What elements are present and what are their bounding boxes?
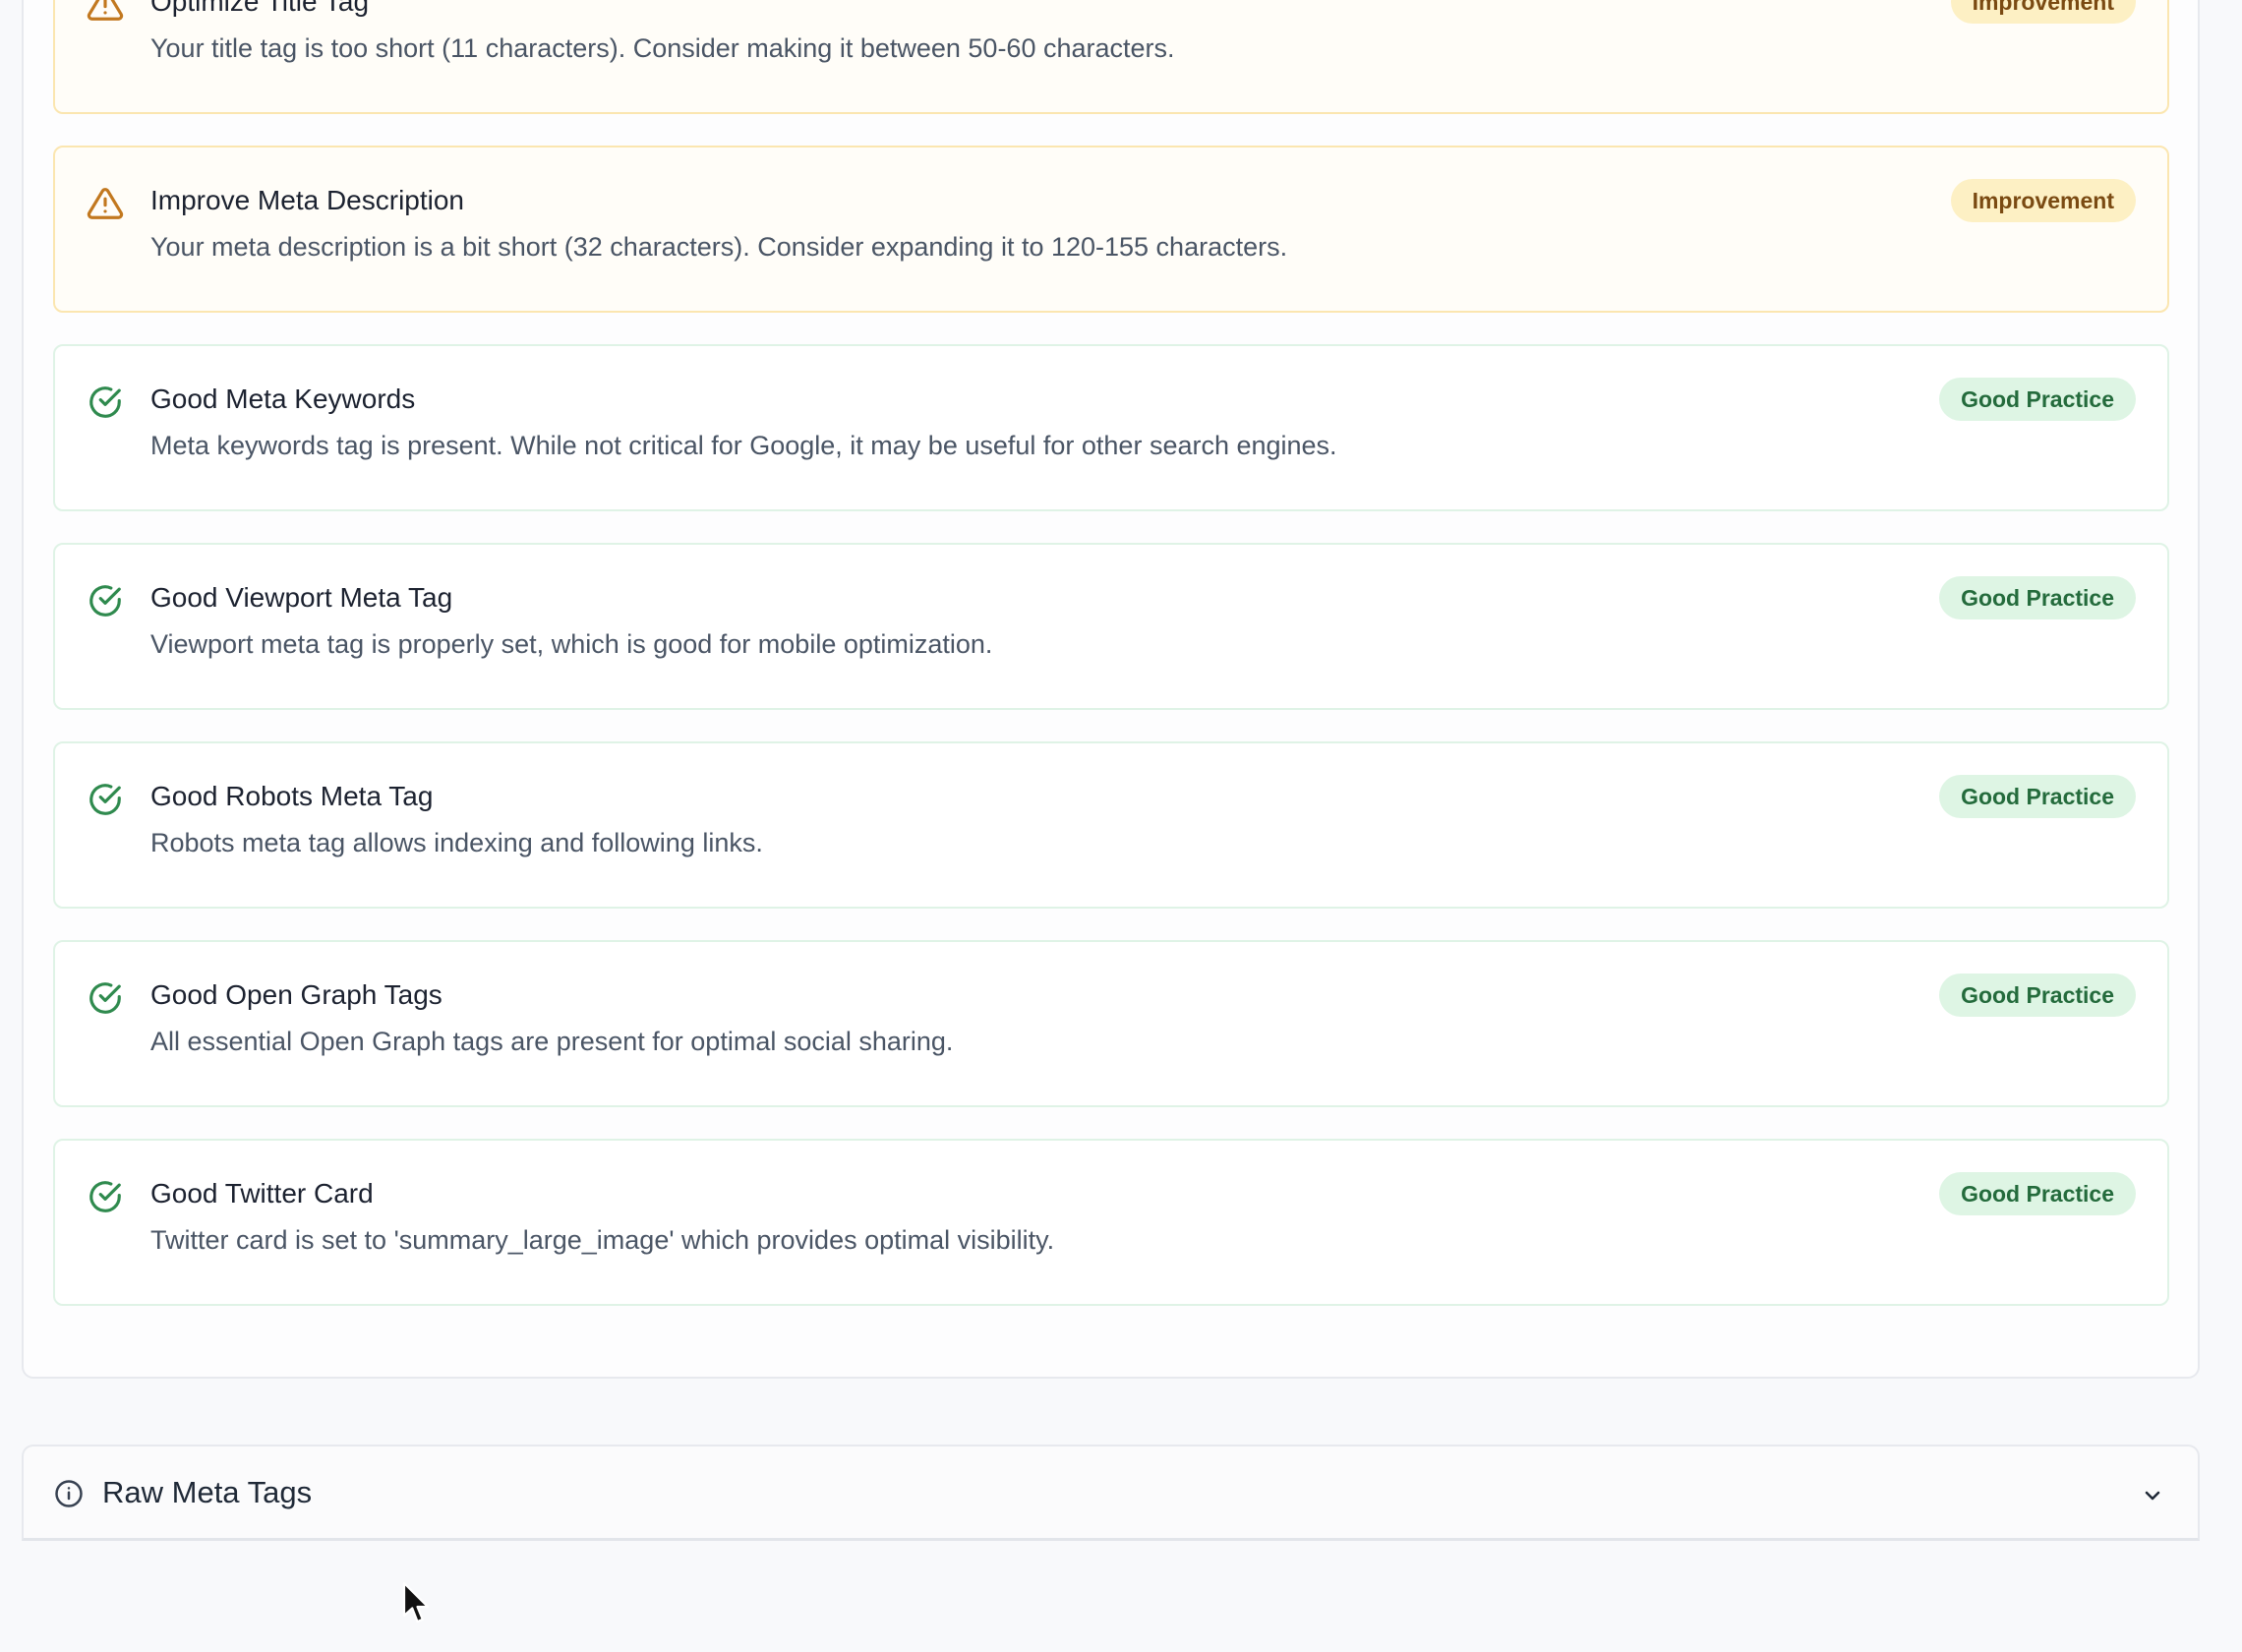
good-practice-badge: Good Practice <box>1939 1172 2136 1215</box>
improvement-badge: Improvement <box>1950 179 2136 222</box>
good-practice-badge: Good Practice <box>1939 576 2136 620</box>
mouse-cursor-icon <box>402 1581 430 1623</box>
recommendation-description: Robots meta tag allows indexing and foll… <box>150 828 763 857</box>
good-practice-badge: Good Practice <box>1939 775 2136 818</box>
recommendation-title: Good Viewport Meta Tag <box>150 582 453 613</box>
recommendation-title: Good Open Graph Tags <box>150 979 442 1010</box>
recommendation-card: Good Meta Keywords Meta keywords tag is … <box>53 344 2169 511</box>
recommendation-card: Good Robots Meta Tag Robots meta tag all… <box>53 741 2169 909</box>
recommendation-description: Your title tag is too short (11 characte… <box>150 33 1175 63</box>
recommendation-title: Good Twitter Card <box>150 1178 374 1209</box>
warning-icon <box>87 188 124 219</box>
recommendation-title: Improve Meta Description <box>150 185 465 215</box>
recommendation-title: Optimize Title Tag <box>150 0 370 17</box>
warning-icon <box>87 0 124 21</box>
good-practice-badge: Good Practice <box>1939 378 2136 421</box>
recommendation-description: Meta keywords tag is present. While not … <box>150 431 1337 460</box>
chevron-down-icon[interactable] <box>2141 1484 2164 1507</box>
recommendation-description: All essential Open Graph tags are presen… <box>150 1027 954 1056</box>
improvement-badge: Improvement <box>1950 0 2136 24</box>
check-circle-icon <box>89 982 121 1014</box>
recommendation-title: Good Meta Keywords <box>150 384 416 414</box>
raw-meta-tags-title[interactable]: Raw Meta Tags <box>102 1475 312 1510</box>
good-practice-badge: Good Practice <box>1939 974 2136 1017</box>
check-circle-icon <box>89 585 121 617</box>
check-circle-icon <box>89 784 121 815</box>
recommendation-description: Twitter card is set to 'summary_large_im… <box>150 1225 1055 1255</box>
raw-meta-tags-accordion[interactable]: Raw Meta Tags <box>22 1445 2200 1541</box>
recommendations-list: Optimize Title Tag Your title tag is too… <box>53 0 2169 1337</box>
recommendation-card: Optimize Title Tag Your title tag is too… <box>53 0 2169 114</box>
info-icon <box>55 1480 83 1507</box>
recommendation-description: Viewport meta tag is properly set, which… <box>150 629 993 659</box>
recommendation-card: Good Twitter Card Twitter card is set to… <box>53 1139 2169 1306</box>
recommendation-card: Good Viewport Meta Tag Viewport meta tag… <box>53 543 2169 710</box>
recommendation-description: Your meta description is a bit short (32… <box>150 232 1288 262</box>
check-circle-icon <box>89 386 121 418</box>
recommendation-title: Good Robots Meta Tag <box>150 781 434 811</box>
recommendation-card: Improve Meta Description Your meta descr… <box>53 146 2169 313</box>
recommendation-card: Good Open Graph Tags All essential Open … <box>53 940 2169 1107</box>
check-circle-icon <box>89 1181 121 1212</box>
